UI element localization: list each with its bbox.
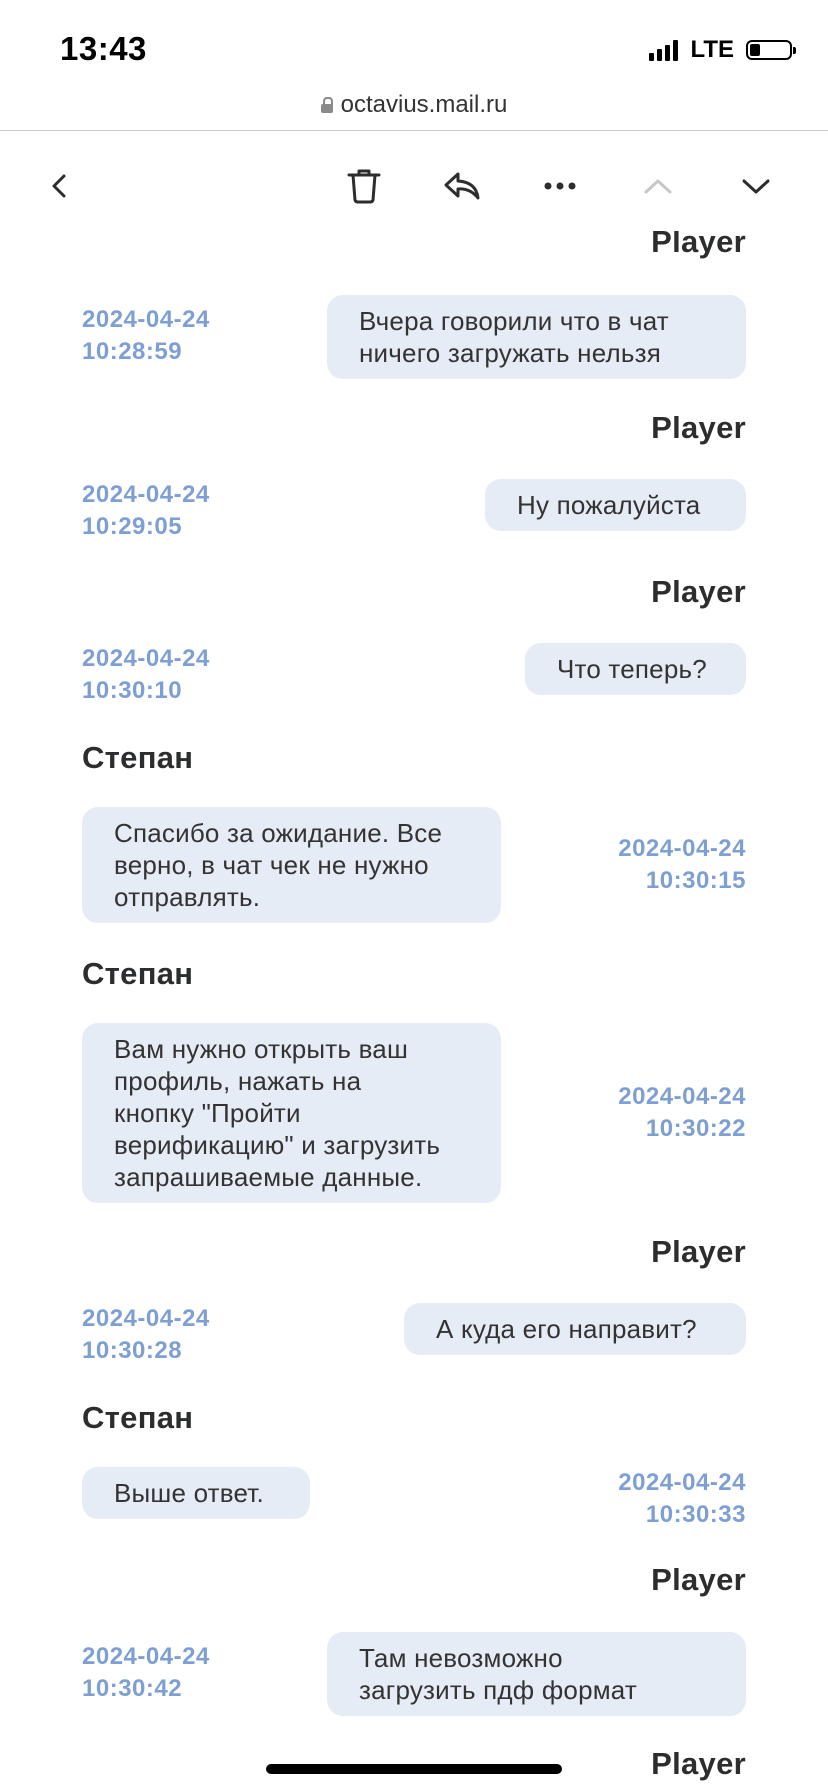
mail-toolbar xyxy=(0,150,828,220)
back-icon xyxy=(52,174,66,198)
lock-icon xyxy=(320,97,333,113)
chevron-up-icon xyxy=(644,179,672,194)
message-timestamp: 2024-04-24 10:29:05 xyxy=(82,481,210,540)
message-timestamp: 2024-04-24 10:30:28 xyxy=(82,1305,210,1364)
message-bubble: Что теперь? xyxy=(525,643,746,695)
message-timestamp: 2024-04-24 10:30:15 xyxy=(618,835,746,894)
home-indicator[interactable] xyxy=(266,1764,562,1774)
sender-name: Степан xyxy=(82,956,194,991)
reply-icon xyxy=(444,172,480,200)
status-indicators: LTE xyxy=(649,36,796,64)
chevron-down-icon xyxy=(742,179,770,194)
sender-name: Player xyxy=(651,1562,746,1597)
message-bubble: Выше ответ. xyxy=(82,1467,310,1519)
message-timestamp: 2024-04-24 10:30:10 xyxy=(82,645,210,704)
sender-name: Степан xyxy=(82,1400,194,1435)
message-timestamp: 2024-04-24 10:28:59 xyxy=(82,306,210,365)
back-button[interactable] xyxy=(36,162,84,210)
sender-name: Player xyxy=(651,410,746,445)
sender-name: Степан xyxy=(82,740,194,775)
sender-name: Player xyxy=(651,1234,746,1269)
message-bubble: Вчера говорили что в чат ничего загружат… xyxy=(327,295,746,379)
message-timestamp: 2024-04-24 10:30:42 xyxy=(82,1643,210,1702)
delete-button[interactable] xyxy=(340,162,388,210)
reply-button[interactable] xyxy=(438,162,486,210)
status-bar: 13:43 LTE xyxy=(0,0,828,92)
more-button[interactable] xyxy=(536,162,584,210)
message-timestamp: 2024-04-24 10:30:22 xyxy=(618,1083,746,1142)
signal-icon xyxy=(649,39,679,61)
status-time: 13:43 xyxy=(60,30,147,67)
url-text: octavius.mail.ru xyxy=(340,91,508,118)
network-label: LTE xyxy=(690,36,734,63)
trash-icon xyxy=(347,169,381,204)
message-bubble: Вам нужно открыть ваш профиль, нажать на… xyxy=(82,1023,501,1203)
message-timestamp: 2024-04-24 10:30:33 xyxy=(618,1469,746,1528)
more-icon xyxy=(544,182,576,190)
message-bubble: А куда его направит? xyxy=(404,1303,746,1355)
sender-name: Player xyxy=(651,574,746,609)
sender-name: Player xyxy=(651,1746,746,1781)
battery-icon xyxy=(746,40,796,60)
address-bar[interactable]: octavius.mail.ru xyxy=(0,80,828,131)
message-bubble: Там невозможно загрузить пдф формат xyxy=(327,1632,746,1716)
message-bubble: Ну пожалуйста xyxy=(485,479,746,531)
message-bubble: Спасибо за ожидание. Все верно, в чат че… xyxy=(82,807,501,923)
previous-message-button[interactable] xyxy=(634,162,682,210)
next-message-button[interactable] xyxy=(732,162,780,210)
